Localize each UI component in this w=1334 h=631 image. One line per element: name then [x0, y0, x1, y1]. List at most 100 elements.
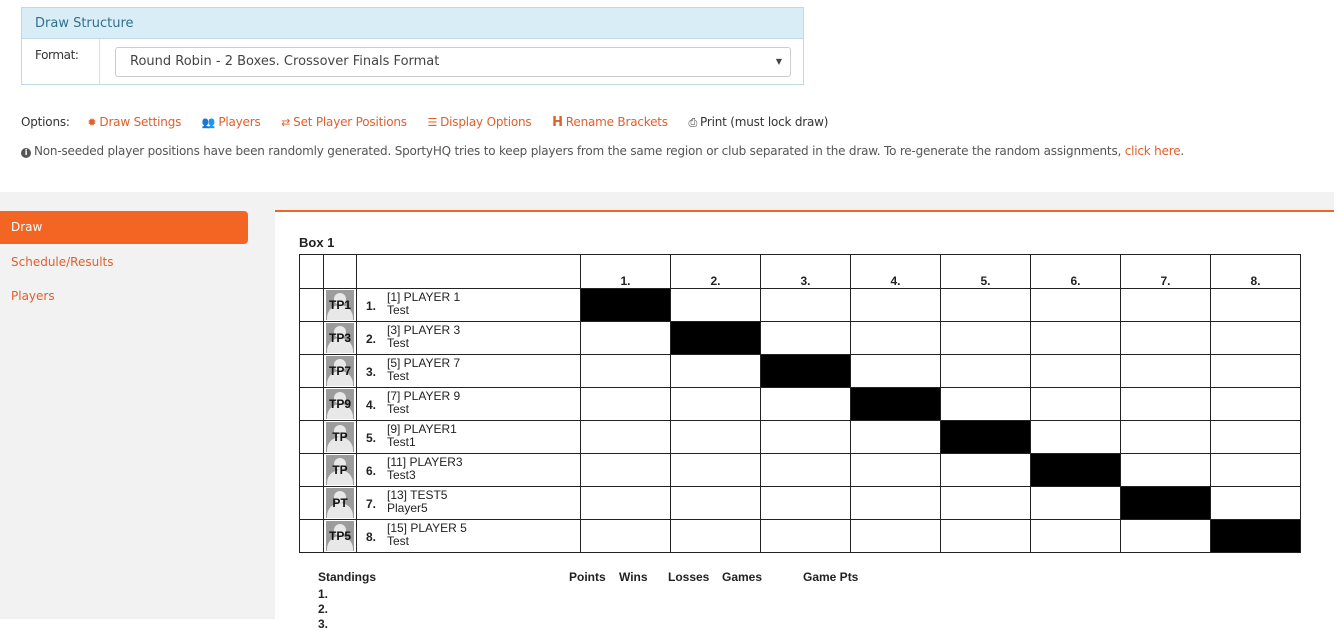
sidebar-item-draw[interactable]: Draw: [0, 211, 248, 244]
match-score-cell[interactable]: [1210, 354, 1301, 388]
self-match-cell: [1030, 453, 1121, 487]
match-score-cell[interactable]: [580, 486, 671, 520]
match-score-cell[interactable]: [850, 420, 941, 454]
match-score-cell[interactable]: [1120, 321, 1211, 355]
match-score-cell[interactable]: [940, 519, 1031, 553]
grid-spacer-cell: [299, 288, 324, 322]
print-link[interactable]: ⎙ Print (must lock draw): [688, 115, 828, 129]
match-score-cell[interactable]: [1210, 420, 1301, 454]
match-score-cell[interactable]: [670, 519, 761, 553]
match-score-cell[interactable]: [580, 519, 671, 553]
match-score-cell[interactable]: [940, 387, 1031, 421]
match-score-cell[interactable]: [850, 519, 941, 553]
match-score-cell[interactable]: [670, 486, 761, 520]
match-score-cell[interactable]: [580, 453, 671, 487]
match-score-cell[interactable]: [850, 486, 941, 520]
column-header: 4.: [850, 254, 941, 289]
avatar-initials: PT: [332, 496, 348, 510]
set-player-positions-link[interactable]: ⇄ Set Player Positions: [281, 115, 407, 129]
display-options-link[interactable]: ☰ Display Options: [427, 115, 531, 129]
grid-spacer-cell: [299, 486, 324, 520]
match-score-cell[interactable]: [1030, 321, 1121, 355]
avatar-initials: TP3: [328, 331, 351, 345]
match-score-cell[interactable]: [1210, 387, 1301, 421]
grid-spacer-cell: [299, 420, 324, 454]
match-score-cell[interactable]: [1210, 321, 1301, 355]
player-name[interactable]: [3] PLAYER 3: [387, 323, 460, 337]
player-name[interactable]: [13] TEST5: [387, 488, 447, 502]
player-club: Test: [387, 303, 410, 317]
match-score-cell[interactable]: [760, 288, 851, 322]
match-score-cell[interactable]: [580, 354, 671, 388]
match-score-cell[interactable]: [1120, 288, 1211, 322]
player-row: TP5 8. [15] PLAYER 5 Test: [299, 519, 1301, 553]
draw-settings-link[interactable]: ✹ Draw Settings: [87, 115, 181, 129]
player-name[interactable]: [7] PLAYER 9: [387, 389, 460, 403]
match-score-cell[interactable]: [1120, 387, 1211, 421]
match-score-cell[interactable]: [1030, 519, 1121, 553]
player-name[interactable]: [1] PLAYER 1: [387, 290, 460, 304]
match-score-cell[interactable]: [1030, 354, 1121, 388]
match-score-cell[interactable]: [940, 354, 1031, 388]
avatar-cell: TP5: [323, 519, 357, 553]
standings-row: 2.: [318, 602, 329, 616]
match-score-cell[interactable]: [940, 288, 1031, 322]
match-score-cell[interactable]: [1120, 453, 1211, 487]
player-cell: 4. [7] PLAYER 9 Test: [356, 387, 581, 421]
avatar: TP1: [326, 290, 354, 320]
match-score-cell[interactable]: [670, 288, 761, 322]
match-score-cell[interactable]: [580, 321, 671, 355]
match-score-cell[interactable]: [760, 387, 851, 421]
match-score-cell[interactable]: [1120, 420, 1211, 454]
avatar-initials: TP: [332, 430, 348, 444]
match-score-cell[interactable]: [670, 354, 761, 388]
match-score-cell[interactable]: [760, 519, 851, 553]
player-name[interactable]: [9] PLAYER1: [387, 422, 457, 436]
avatar: TP: [326, 455, 354, 485]
avatar-cell: TP7: [323, 354, 357, 388]
standings-header-game-pts: Game Pts: [803, 570, 859, 584]
match-score-cell[interactable]: [1120, 519, 1211, 553]
match-score-cell[interactable]: [670, 420, 761, 454]
match-score-cell[interactable]: [580, 387, 671, 421]
match-score-cell[interactable]: [1030, 288, 1121, 322]
self-match-cell: [580, 288, 671, 322]
player-name[interactable]: [15] PLAYER 5: [387, 521, 467, 535]
sidebar-item-schedule-results[interactable]: Schedule/Results: [11, 255, 114, 269]
match-score-cell[interactable]: [1030, 420, 1121, 454]
player-cell: 3. [5] PLAYER 7 Test: [356, 354, 581, 388]
match-score-cell[interactable]: [940, 486, 1031, 520]
match-score-cell[interactable]: [670, 453, 761, 487]
match-score-cell[interactable]: [760, 420, 851, 454]
match-score-cell[interactable]: [580, 420, 671, 454]
match-score-cell[interactable]: [760, 486, 851, 520]
match-score-cell[interactable]: [1030, 387, 1121, 421]
match-score-cell[interactable]: [670, 387, 761, 421]
self-match-cell: [760, 354, 851, 388]
regenerate-link[interactable]: click here: [1125, 144, 1181, 158]
list-icon: ☰: [427, 116, 438, 129]
player-cell: 2. [3] PLAYER 3 Test: [356, 321, 581, 355]
sidebar-item-players[interactable]: Players: [11, 289, 55, 303]
match-score-cell[interactable]: [940, 453, 1031, 487]
match-score-cell[interactable]: [940, 321, 1031, 355]
match-score-cell[interactable]: [760, 321, 851, 355]
match-score-cell[interactable]: [1030, 486, 1121, 520]
player-position: 1.: [366, 299, 377, 313]
rename-brackets-link[interactable]: H Rename Brackets: [552, 115, 668, 130]
match-score-cell[interactable]: [850, 321, 941, 355]
player-name[interactable]: [5] PLAYER 7: [387, 356, 460, 370]
match-score-cell[interactable]: [850, 288, 941, 322]
players-link[interactable]: 👥 Players: [202, 115, 261, 129]
match-score-cell[interactable]: [1210, 486, 1301, 520]
match-score-cell[interactable]: [1120, 354, 1211, 388]
match-score-cell[interactable]: [850, 354, 941, 388]
format-select[interactable]: Round Robin - 2 Boxes. Crossover Finals …: [115, 47, 791, 77]
match-score-cell[interactable]: [1210, 288, 1301, 322]
column-header: 1.: [580, 254, 671, 289]
standings-title: Standings: [318, 570, 377, 584]
match-score-cell[interactable]: [850, 453, 941, 487]
match-score-cell[interactable]: [760, 453, 851, 487]
match-score-cell[interactable]: [1210, 453, 1301, 487]
player-name[interactable]: [11] PLAYER3: [387, 455, 463, 469]
